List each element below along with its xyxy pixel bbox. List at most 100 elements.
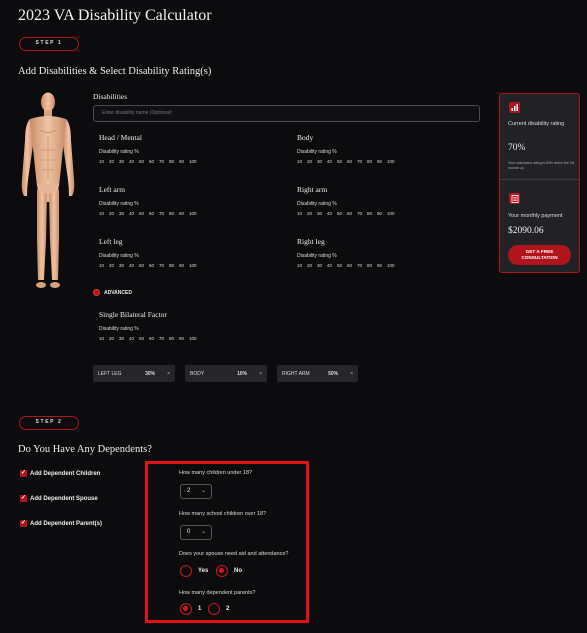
rating-option[interactable]: 40: [327, 159, 337, 164]
rating-option[interactable]: 70: [159, 263, 169, 268]
body-figure-image[interactable]: [16, 90, 80, 295]
rating-option[interactable]: 70: [357, 263, 367, 268]
rating-option[interactable]: 10: [99, 159, 109, 164]
advanced-radio-icon[interactable]: [93, 289, 100, 296]
rating-option[interactable]: 50: [337, 211, 347, 216]
rating-option[interactable]: 70: [159, 159, 169, 164]
rating-option[interactable]: 10: [297, 263, 307, 268]
rating-option[interactable]: 90: [179, 159, 189, 164]
radio-checked-icon[interactable]: [216, 565, 228, 577]
rating-option[interactable]: 30: [119, 159, 129, 164]
rating-option[interactable]: 40: [129, 211, 139, 216]
rating-option[interactable]: 50: [139, 336, 149, 341]
rating-option[interactable]: 60: [149, 263, 159, 268]
rating-option[interactable]: 10: [297, 211, 307, 216]
checkbox-checked-icon[interactable]: ✓: [20, 520, 27, 527]
rating-option[interactable]: 70: [357, 211, 367, 216]
rating-option[interactable]: 10: [99, 211, 109, 216]
rating-option[interactable]: 10: [99, 263, 109, 268]
aid-no-radio[interactable]: No: [216, 565, 242, 577]
radio-unchecked-icon[interactable]: [208, 603, 220, 615]
rating-option[interactable]: 90: [377, 263, 387, 268]
rating-option[interactable]: 70: [159, 211, 169, 216]
rating-option[interactable]: 40: [327, 211, 337, 216]
rating-options[interactable]: 10 20 30 40 50 60 70 80 90 100: [297, 263, 482, 268]
rating-option[interactable]: 20: [307, 263, 317, 268]
rating-option[interactable]: 10: [297, 159, 307, 164]
rating-option[interactable]: 10: [99, 336, 109, 341]
rating-option[interactable]: 60: [347, 211, 357, 216]
rating-option[interactable]: 20: [109, 336, 119, 341]
rating-option[interactable]: 80: [169, 211, 179, 216]
parents-1-radio[interactable]: 1: [180, 603, 201, 615]
rating-option[interactable]: 100: [189, 211, 199, 216]
radio-checked-icon[interactable]: [180, 603, 192, 615]
rating-option[interactable]: 100: [387, 263, 397, 268]
rating-option[interactable]: 30: [119, 263, 129, 268]
rating-option[interactable]: 100: [189, 159, 199, 164]
rating-option[interactable]: 80: [169, 159, 179, 164]
rating-option[interactable]: 60: [149, 159, 159, 164]
rating-option[interactable]: 100: [387, 211, 397, 216]
rating-options[interactable]: 10 20 30 40 50 60 70 80 90 100: [297, 211, 482, 216]
rating-option[interactable]: 60: [149, 211, 159, 216]
rating-option[interactable]: 50: [139, 263, 149, 268]
children-under-18-select[interactable]: 2 ⌄: [180, 484, 212, 499]
advanced-toggle[interactable]: ADVANCED: [93, 289, 132, 296]
remove-chip-icon[interactable]: ×: [167, 371, 170, 377]
rating-option[interactable]: 80: [169, 263, 179, 268]
rating-option[interactable]: 70: [159, 336, 169, 341]
rating-option[interactable]: 30: [317, 159, 327, 164]
remove-chip-icon[interactable]: ×: [259, 371, 262, 377]
radio-unchecked-icon[interactable]: [180, 565, 192, 577]
rating-option[interactable]: 90: [377, 211, 387, 216]
disability-name-input[interactable]: Enter disability name (Optional): [93, 105, 480, 122]
rating-option[interactable]: 20: [109, 263, 119, 268]
rating-option[interactable]: 30: [119, 211, 129, 216]
rating-option[interactable]: 20: [109, 211, 119, 216]
parents-2-radio[interactable]: 2: [208, 603, 229, 615]
rating-option[interactable]: 90: [179, 263, 189, 268]
checkbox-checked-icon[interactable]: ✓: [20, 470, 27, 477]
rating-option[interactable]: 50: [139, 211, 149, 216]
rating-option[interactable]: 50: [139, 159, 149, 164]
rating-option[interactable]: 30: [119, 336, 129, 341]
rating-option[interactable]: 80: [367, 263, 377, 268]
add-dependent-spouse-checkbox[interactable]: ✓ Add Dependent Spouse: [20, 495, 98, 502]
school-children-select[interactable]: 0 ⌄: [180, 525, 212, 540]
rating-option[interactable]: 90: [179, 336, 189, 341]
add-dependent-parents-checkbox[interactable]: ✓ Add Dependent Parent(s): [20, 520, 102, 527]
rating-options[interactable]: 10 20 30 40 50 60 70 80 90 100: [99, 211, 284, 216]
rating-option[interactable]: 20: [307, 159, 317, 164]
rating-option[interactable]: 40: [129, 159, 139, 164]
aid-yes-radio[interactable]: Yes: [180, 565, 208, 577]
rating-option[interactable]: 50: [337, 263, 347, 268]
rating-option[interactable]: 70: [357, 159, 367, 164]
rating-option[interactable]: 40: [129, 263, 139, 268]
rating-options[interactable]: 10 20 30 40 50 60 70 80 90 100: [297, 159, 482, 164]
rating-option[interactable]: 90: [377, 159, 387, 164]
rating-option[interactable]: 30: [317, 263, 327, 268]
rating-options[interactable]: 10 20 30 40 50 60 70 80 90 100: [99, 263, 284, 268]
rating-option[interactable]: 60: [347, 263, 357, 268]
rating-option[interactable]: 20: [307, 211, 317, 216]
rating-option[interactable]: 50: [337, 159, 347, 164]
rating-option[interactable]: 60: [149, 336, 159, 341]
remove-chip-icon[interactable]: ×: [350, 371, 353, 377]
rating-option[interactable]: 20: [109, 159, 119, 164]
checkbox-checked-icon[interactable]: ✓: [20, 495, 27, 502]
rating-option[interactable]: 80: [367, 159, 377, 164]
rating-option[interactable]: 40: [327, 263, 337, 268]
rating-option[interactable]: 100: [189, 263, 199, 268]
rating-option[interactable]: 100: [189, 336, 199, 341]
add-dependent-children-checkbox[interactable]: ✓ Add Dependent Children: [20, 470, 100, 477]
rating-options[interactable]: 10 20 30 40 50 60 70 80 90 100: [99, 336, 284, 341]
rating-options[interactable]: 10 20 30 40 50 60 70 80 90 100: [99, 159, 284, 164]
rating-option[interactable]: 40: [129, 336, 139, 341]
rating-option[interactable]: 80: [367, 211, 377, 216]
rating-option[interactable]: 80: [169, 336, 179, 341]
rating-option[interactable]: 30: [317, 211, 327, 216]
rating-option[interactable]: 60: [347, 159, 357, 164]
rating-option[interactable]: 90: [179, 211, 189, 216]
rating-option[interactable]: 100: [387, 159, 397, 164]
